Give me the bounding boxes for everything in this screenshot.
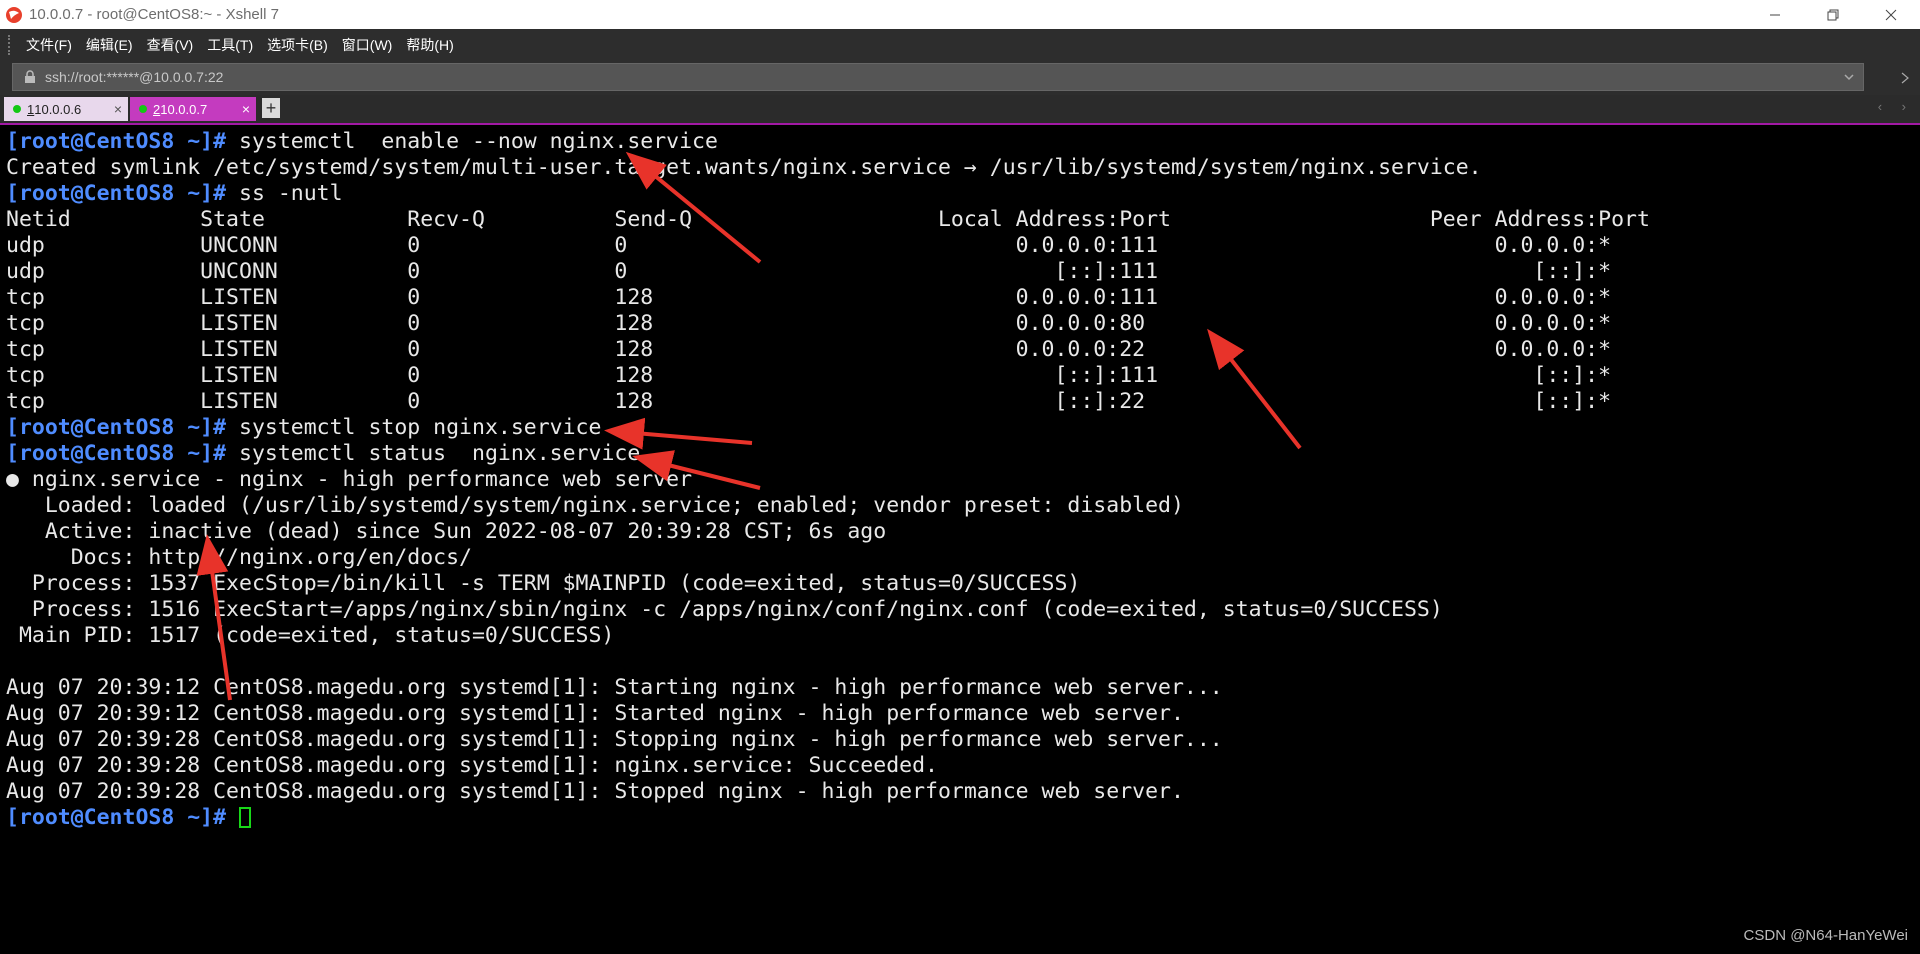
terminal-output-line: Docs: http://nginx.org/en/docs/: [6, 545, 472, 570]
address-text: ssh://root:******@10.0.0.7:22: [45, 69, 224, 85]
shell-prompt: [root@CentOS8 ~]#: [6, 441, 227, 466]
toolbar-overflow-icon[interactable]: [1900, 71, 1910, 85]
title-bar: 10.0.0.7 - root@CentOS8:~ - Xshell 7: [0, 0, 1920, 29]
minimize-icon: [1770, 14, 1780, 15]
text-cursor: [239, 807, 252, 828]
window-title: 10.0.0.7 - root@CentOS8:~ - Xshell 7: [29, 6, 279, 23]
terminal-output-line: Main PID: 1517 (code=exited, status=0/SU…: [6, 623, 615, 648]
terminal-output-line: Loaded: loaded (/usr/lib/systemd/system/…: [6, 493, 1184, 518]
menu-file[interactable]: 文件(F): [19, 35, 79, 55]
command-text: systemctl status nginx.service: [226, 441, 641, 466]
terminal-command-line: [root@CentOS8 ~]# ss -nutl: [6, 181, 343, 207]
terminal-output-line: Process: 1516 ExecStart=/apps/nginx/sbin…: [6, 597, 1443, 622]
session-tab-bar: 1 10.0.0.6 × 2 10.0.0.7 × + ‹ ›: [0, 95, 1920, 125]
address-field[interactable]: ssh://root:******@10.0.0.7:22: [12, 63, 1864, 91]
menu-help[interactable]: 帮助(H): [399, 35, 460, 55]
connected-status-icon: [13, 105, 21, 113]
tab-scroll-arrows[interactable]: ‹ ›: [1878, 99, 1914, 114]
terminal-output-line: tcp LISTEN 0 128 [::]:111 [::]:*: [6, 363, 1612, 388]
terminal-output-line: udp UNCONN 0 0 0.0.0.0:111 0.0.0.0:*: [6, 233, 1612, 258]
terminal-output-line: tcp LISTEN 0 128 0.0.0.0:22 0.0.0.0:*: [6, 337, 1612, 362]
terminal-output-line: Created symlink /etc/systemd/system/mult…: [6, 155, 1482, 180]
tab-label: 10.0.0.7: [160, 101, 208, 117]
window-controls: [1746, 0, 1920, 29]
terminal-command-line: [root@CentOS8 ~]# systemctl stop nginx.s…: [6, 415, 601, 441]
terminal-output-line: Aug 07 20:39:12 CentOS8.magedu.org syste…: [6, 675, 1223, 700]
toolbar-grip[interactable]: [8, 35, 15, 55]
watermark: CSDN @N64-HanYeWei: [1743, 927, 1908, 944]
terminal-output-line: Active: inactive (dead) since Sun 2022-0…: [6, 519, 887, 544]
terminal-command-line: [root@CentOS8 ~]# systemctl status nginx…: [6, 441, 640, 467]
menu-bar: 文件(F) 编辑(E) 查看(V) 工具(T) 选项卡(B) 窗口(W) 帮助(…: [0, 29, 1920, 61]
terminal-output-line: udp UNCONN 0 0 [::]:111 [::]:*: [6, 259, 1612, 284]
connected-status-icon: [139, 105, 147, 113]
new-tab-button[interactable]: +: [262, 98, 280, 118]
terminal-output-line: Aug 07 20:39:28 CentOS8.magedu.org syste…: [6, 779, 1184, 804]
tab-number: 2: [153, 101, 161, 117]
command-text: ss -nutl: [226, 181, 343, 206]
terminal-prompt-line: [root@CentOS8 ~]#: [6, 805, 252, 831]
terminal-output[interactable]: [root@CentOS8 ~]# systemctl enable --now…: [0, 125, 1920, 954]
tab-session-1[interactable]: 1 10.0.0.6 ×: [4, 97, 128, 121]
terminal-output-line: Netid State Recv-Q Send-Q Local Address:…: [6, 207, 1650, 232]
terminal-output-line: tcp LISTEN 0 128 0.0.0.0:80 0.0.0.0:*: [6, 311, 1612, 336]
tab-label: 10.0.0.6: [34, 101, 82, 117]
terminal-output-line: tcp LISTEN 0 128 [::]:22 [::]:*: [6, 389, 1612, 414]
menu-edit[interactable]: 编辑(E): [79, 35, 140, 55]
terminal-output-line: ● nginx.service - nginx - high performan…: [6, 467, 693, 492]
prompt-spacer: [226, 805, 239, 830]
menu-tools[interactable]: 工具(T): [200, 35, 260, 55]
terminal-output-line: Process: 1537 ExecStop=/bin/kill -s TERM…: [6, 571, 1081, 596]
minimize-button[interactable]: [1746, 0, 1804, 29]
terminal-command-line: [root@CentOS8 ~]# systemctl enable --now…: [6, 129, 718, 155]
close-icon: [1885, 9, 1897, 20]
terminal-output-line: Aug 07 20:39:12 CentOS8.magedu.org syste…: [6, 701, 1184, 726]
command-text: systemctl stop nginx.service: [226, 415, 602, 440]
terminal-output-line: tcp LISTEN 0 128 0.0.0.0:111 0.0.0.0:*: [6, 285, 1612, 310]
address-bar: ssh://root:******@10.0.0.7:22: [0, 61, 1920, 95]
shell-prompt: [root@CentOS8 ~]#: [6, 129, 227, 154]
menu-window[interactable]: 窗口(W): [335, 35, 400, 55]
restore-icon: [1827, 9, 1839, 20]
lock-icon: [25, 70, 35, 83]
tab-session-2[interactable]: 2 10.0.0.7 ×: [130, 97, 256, 121]
tab-number: 1: [27, 101, 35, 117]
command-text: systemctl enable --now nginx.service: [226, 129, 718, 154]
shell-prompt: [root@CentOS8 ~]#: [6, 181, 227, 206]
chevron-down-icon[interactable]: [1843, 71, 1855, 83]
menu-tabs[interactable]: 选项卡(B): [260, 35, 335, 55]
shell-prompt: [root@CentOS8 ~]#: [6, 415, 227, 440]
tab-close-icon[interactable]: ×: [114, 101, 122, 117]
terminal-output-line: Aug 07 20:39:28 CentOS8.magedu.org syste…: [6, 727, 1223, 752]
close-button[interactable]: [1862, 0, 1920, 29]
xshell-logo-icon: [6, 6, 22, 23]
terminal-output-line: Aug 07 20:39:28 CentOS8.magedu.org syste…: [6, 753, 938, 778]
shell-prompt: [root@CentOS8 ~]#: [6, 805, 227, 830]
menu-view[interactable]: 查看(V): [140, 35, 201, 55]
tab-close-icon[interactable]: ×: [242, 101, 250, 117]
restore-button[interactable]: [1804, 0, 1862, 29]
